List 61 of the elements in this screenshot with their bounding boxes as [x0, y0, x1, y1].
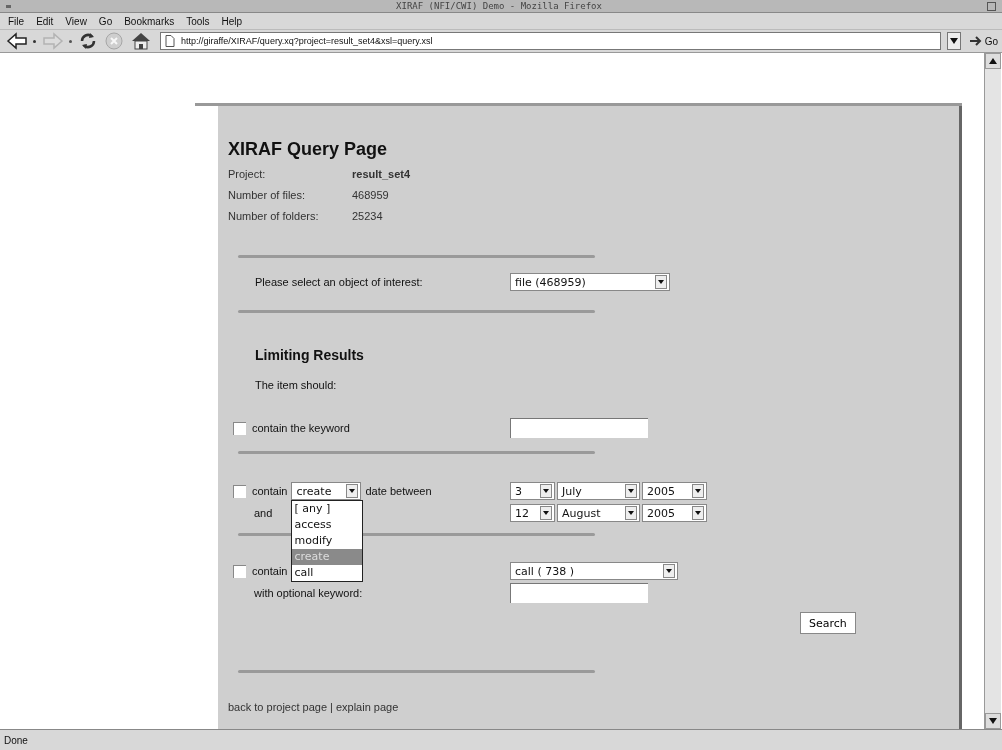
- criterion-label: contain the keyword: [252, 422, 350, 434]
- info-label: Project:: [228, 167, 267, 180]
- day-select[interactable]: 3: [510, 482, 555, 500]
- month-select[interactable]: August: [557, 504, 640, 522]
- maximize-icon[interactable]: [987, 1, 996, 11]
- info-value: 468959: [352, 188, 389, 201]
- menu-item[interactable]: Go: [92, 15, 119, 27]
- page-icon: [165, 35, 175, 47]
- menu-item[interactable]: Tools: [180, 15, 216, 27]
- checkbox[interactable]: [233, 484, 246, 498]
- date-between-label: date between: [365, 485, 432, 497]
- year-select[interactable]: 2005: [642, 504, 707, 522]
- scroll-up-icon[interactable]: [985, 53, 1001, 69]
- menu-item[interactable]: Bookmarks: [118, 15, 181, 27]
- checkbox[interactable]: [233, 564, 246, 578]
- dropdown-option[interactable]: call: [292, 565, 363, 581]
- home-icon[interactable]: [130, 31, 152, 51]
- year-select[interactable]: 2005: [642, 482, 707, 500]
- search-button[interactable]: Search: [800, 612, 856, 634]
- reload-icon[interactable]: [78, 31, 98, 51]
- keyword-field[interactable]: [510, 418, 648, 438]
- window-menu-icon[interactable]: [6, 4, 11, 8]
- dropdown-option[interactable]: [ any ]: [292, 501, 363, 517]
- dropdown-option[interactable]: access: [292, 517, 363, 533]
- optional-keyword-label: with optional keyword:: [253, 587, 363, 599]
- menu-item[interactable]: View: [59, 15, 93, 27]
- intro-text: The item should:: [254, 379, 338, 393]
- link-separator: |: [330, 701, 333, 713]
- criterion-label: contain: [252, 565, 288, 577]
- criterion-label: contain: [252, 485, 288, 497]
- footer-link[interactable]: back to project page: [228, 701, 328, 713]
- checkbox[interactable]: [233, 421, 246, 435]
- object-select[interactable]: file (468959): [510, 273, 670, 291]
- menu-item[interactable]: Edit: [30, 15, 60, 27]
- date-type-select[interactable]: create: [291, 482, 362, 500]
- arrow-icon: [968, 36, 983, 46]
- info-label: Number of folders:: [228, 209, 320, 222]
- back-arrow-icon[interactable]: [6, 32, 28, 50]
- section-heading: Limiting Results: [254, 347, 365, 365]
- caret-icon: [949, 38, 958, 44]
- go-button[interactable]: Go: [966, 35, 998, 47]
- history-dropdown-button[interactable]: [946, 32, 961, 50]
- info-label: Number of files:: [228, 188, 307, 201]
- info-value: result_set4: [352, 167, 411, 180]
- menu-item[interactable]: Help: [215, 15, 249, 27]
- info-value: 25234: [352, 209, 383, 222]
- footer-link[interactable]: explain page: [335, 701, 399, 713]
- dropdown-option[interactable]: modify: [292, 533, 363, 549]
- address-field[interactable]: http://giraffe/XIRAF/query.xq?project=result_set4&xsl=query.xsl: [160, 32, 941, 50]
- object-label: Please select an object of interest:: [254, 276, 424, 288]
- and-label: and: [253, 507, 273, 519]
- scroll-down-icon[interactable]: [985, 713, 1001, 729]
- optional-keyword-field[interactable]: [510, 583, 648, 603]
- window-title: XIRAF (NFI/CWI) Demo - Mozilla Firefox: [395, 0, 603, 12]
- month-select[interactable]: July: [557, 482, 640, 500]
- type-select[interactable]: call ( 738 ): [510, 562, 678, 580]
- page-heading: XIRAF Query Page: [228, 139, 389, 161]
- day-select[interactable]: 12: [510, 504, 555, 522]
- status-text: Done: [4, 734, 28, 746]
- history-menu-icon[interactable]: [33, 39, 36, 43]
- menu-item[interactable]: File: [2, 15, 31, 27]
